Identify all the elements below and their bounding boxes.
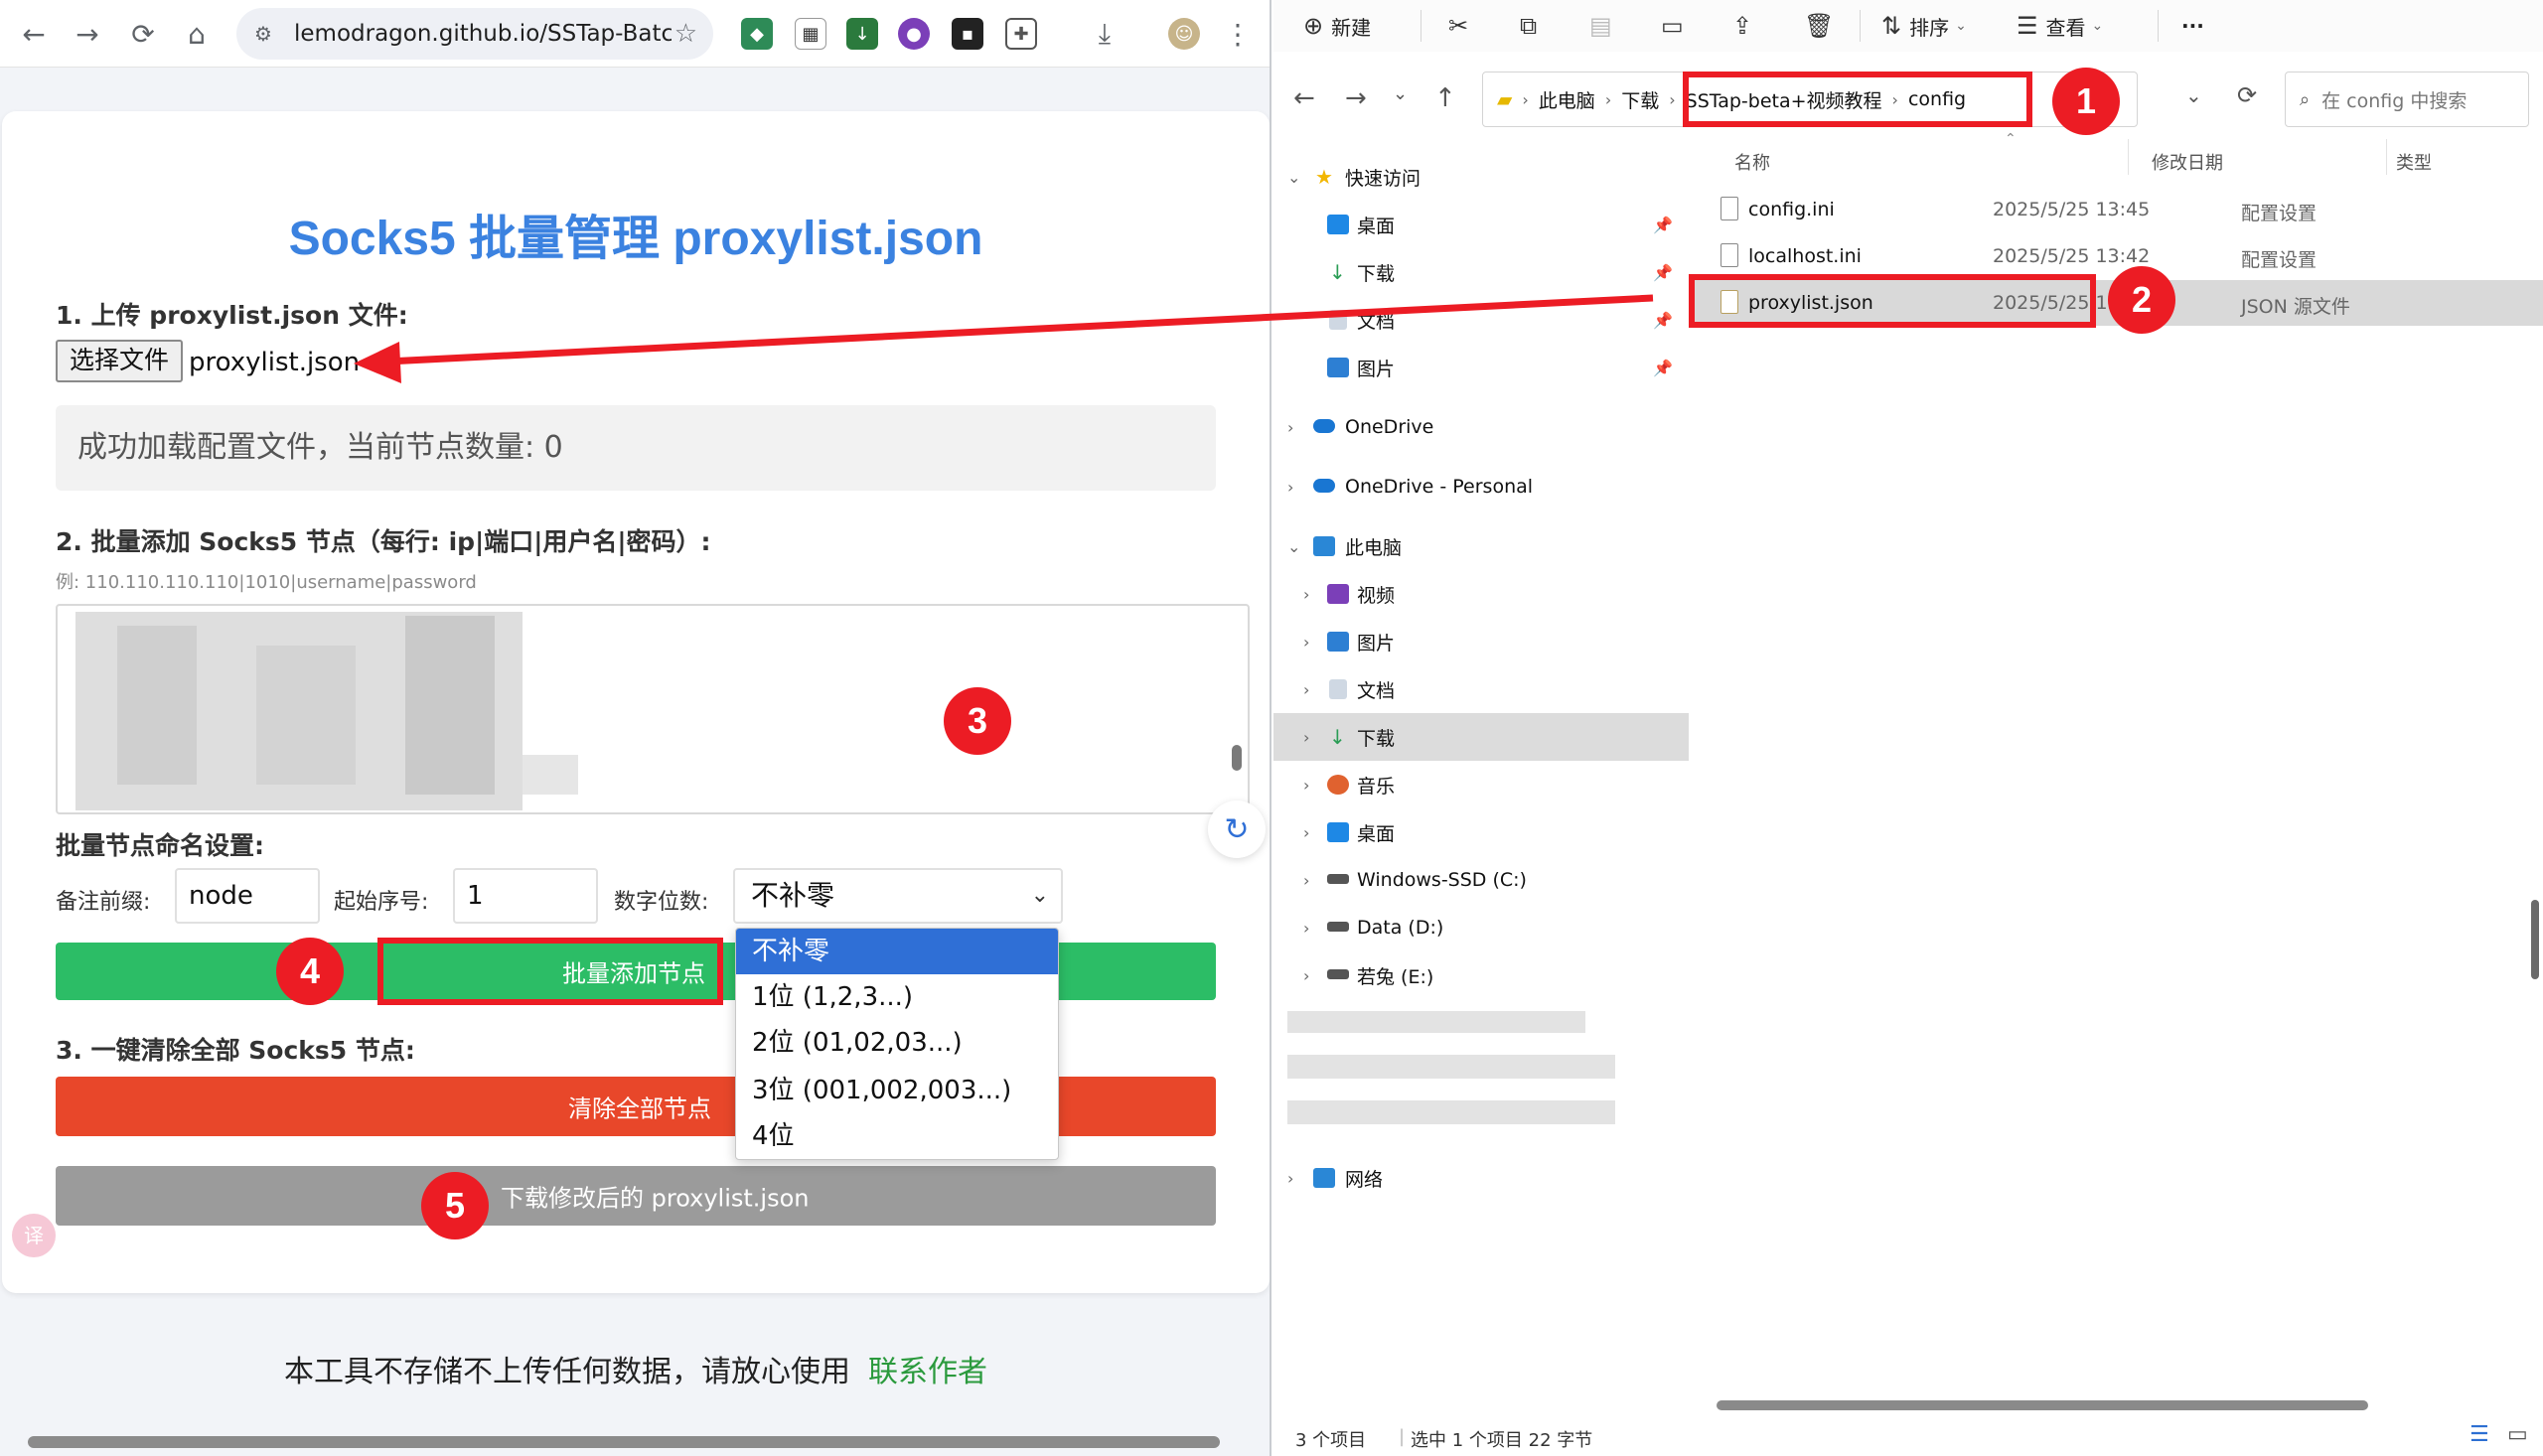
step-badge-5: 5 bbox=[421, 1172, 489, 1239]
step-badge-2: 2 bbox=[2108, 266, 2175, 334]
annotation-arrow bbox=[354, 294, 1654, 383]
step-badge-3: 3 bbox=[944, 687, 1011, 755]
step-badge-1: 1 bbox=[2052, 68, 2120, 135]
step-badge-4: 4 bbox=[276, 938, 344, 1005]
highlight-batch-add bbox=[377, 938, 723, 1005]
highlight-proxylist-file bbox=[1689, 274, 2096, 328]
highlight-breadcrumb bbox=[1683, 72, 2032, 127]
